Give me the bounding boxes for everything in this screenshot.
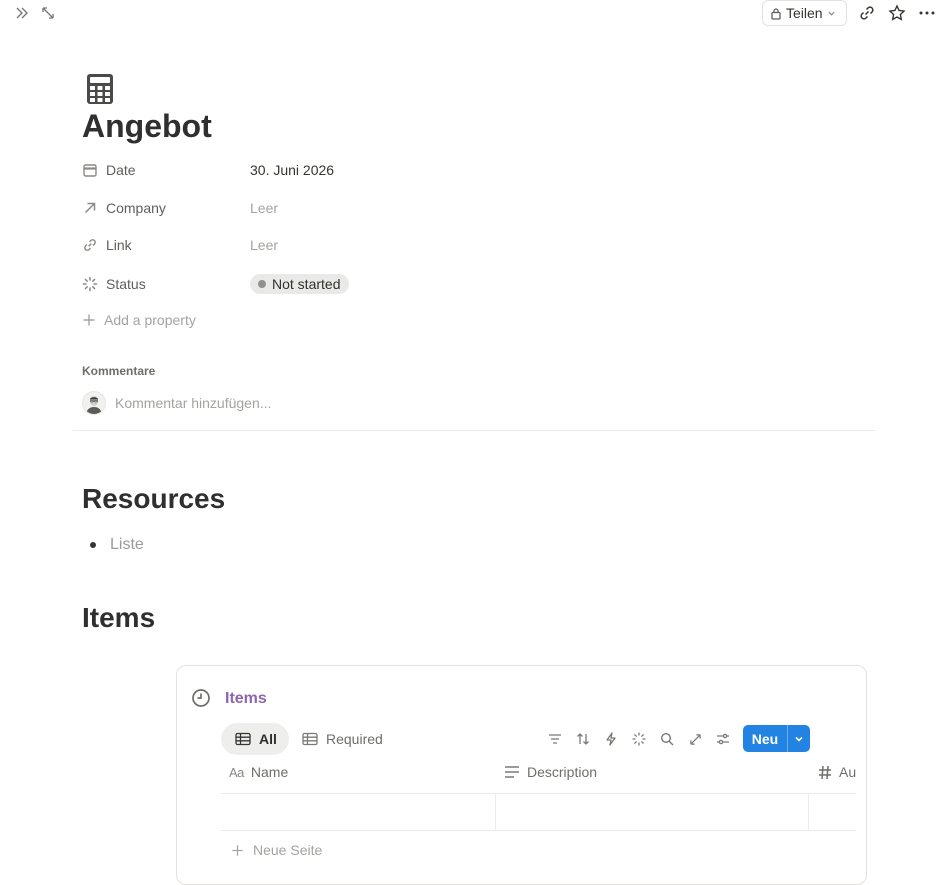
status-dot-icon bbox=[258, 280, 266, 288]
copy-link-icon[interactable] bbox=[856, 2, 878, 24]
column-divider bbox=[808, 794, 809, 831]
sidebar-toggle-icon[interactable] bbox=[11, 2, 33, 24]
database-title[interactable]: Items bbox=[225, 690, 267, 708]
property-value-company[interactable]: Leer bbox=[250, 200, 278, 216]
column-label: Au bbox=[839, 764, 857, 780]
tab-label: Required bbox=[326, 731, 383, 747]
magic-sparkle-icon[interactable] bbox=[628, 728, 650, 750]
link-icon bbox=[82, 237, 98, 253]
resources-heading[interactable]: Resources bbox=[82, 483, 225, 515]
share-button[interactable]: Teilen bbox=[762, 0, 847, 26]
lock-icon bbox=[770, 7, 782, 20]
page-title[interactable]: Angebot bbox=[82, 106, 212, 146]
property-label: Status bbox=[106, 276, 146, 292]
status-spinner-icon bbox=[82, 276, 98, 292]
column-label: Description bbox=[527, 764, 598, 780]
bullet-icon bbox=[90, 542, 96, 548]
star-icon[interactable] bbox=[886, 2, 908, 24]
calendar-icon bbox=[82, 162, 98, 178]
property-link[interactable]: Link Leer bbox=[82, 233, 682, 257]
comments-title: Kommentare bbox=[82, 364, 156, 378]
expand-icon[interactable] bbox=[37, 2, 59, 24]
table-icon bbox=[235, 732, 251, 746]
property-company[interactable]: Company Leer bbox=[82, 196, 682, 220]
clock-icon bbox=[191, 688, 211, 708]
tab-label: All bbox=[259, 731, 277, 747]
list-item-text[interactable]: Liste bbox=[110, 536, 144, 554]
column-header-description[interactable]: Description bbox=[504, 764, 597, 780]
hash-icon bbox=[818, 765, 832, 780]
property-label: Date bbox=[106, 162, 136, 178]
new-page-label: Neue Seite bbox=[253, 842, 323, 858]
search-icon[interactable] bbox=[656, 728, 678, 750]
add-property-label: Add a property bbox=[104, 312, 196, 328]
new-page-button[interactable]: Neue Seite bbox=[231, 842, 322, 858]
property-date[interactable]: Date 30. Juni 2026 bbox=[82, 158, 682, 182]
automation-bolt-icon[interactable] bbox=[600, 728, 622, 750]
comment-input[interactable]: Kommentar hinzufügen... bbox=[115, 395, 271, 411]
property-label: Link bbox=[106, 237, 132, 253]
property-value-date[interactable]: 30. Juni 2026 bbox=[250, 162, 334, 178]
items-heading[interactable]: Items bbox=[82, 602, 155, 634]
text-aa-icon: Aa bbox=[229, 764, 244, 780]
column-header-number[interactable]: Au bbox=[818, 764, 856, 780]
settings-sliders-icon[interactable] bbox=[712, 728, 734, 750]
table-header-divider bbox=[221, 793, 856, 794]
table-icon bbox=[302, 732, 318, 746]
table-row-divider bbox=[221, 830, 856, 831]
chevron-down-icon[interactable] bbox=[788, 725, 810, 752]
chevron-down-icon bbox=[827, 9, 836, 18]
plus-icon bbox=[231, 844, 244, 857]
database-view: Items All Required Neu Aa Name Descripti… bbox=[176, 665, 867, 885]
column-divider bbox=[495, 794, 496, 831]
plus-icon bbox=[82, 313, 96, 327]
comment-input-row[interactable]: Kommentar hinzufügen... bbox=[82, 391, 271, 415]
list-item[interactable]: Liste bbox=[90, 536, 144, 554]
status-badge[interactable]: Not started bbox=[250, 274, 350, 294]
sort-icon[interactable] bbox=[572, 728, 594, 750]
tab-all[interactable]: All bbox=[221, 723, 289, 755]
property-value-link[interactable]: Leer bbox=[250, 237, 278, 253]
new-button[interactable]: Neu bbox=[743, 725, 810, 752]
more-icon[interactable] bbox=[916, 2, 938, 24]
status-badge-label: Not started bbox=[272, 276, 341, 292]
tab-required[interactable]: Required bbox=[288, 723, 395, 755]
new-button-label[interactable]: Neu bbox=[743, 725, 787, 752]
open-fullpage-icon[interactable] bbox=[684, 728, 706, 750]
column-header-name[interactable]: Aa Name bbox=[229, 764, 288, 780]
add-property-button[interactable]: Add a property bbox=[82, 312, 196, 328]
property-status[interactable]: Status Not started bbox=[82, 272, 682, 296]
divider bbox=[73, 430, 875, 431]
property-label: Company bbox=[106, 200, 166, 216]
lines-icon bbox=[504, 765, 520, 779]
calculator-icon[interactable] bbox=[86, 74, 114, 104]
share-label: Teilen bbox=[786, 5, 823, 21]
avatar bbox=[82, 391, 106, 415]
filter-icon[interactable] bbox=[544, 728, 566, 750]
arrow-up-right-icon bbox=[82, 200, 98, 216]
column-label: Name bbox=[250, 764, 289, 780]
